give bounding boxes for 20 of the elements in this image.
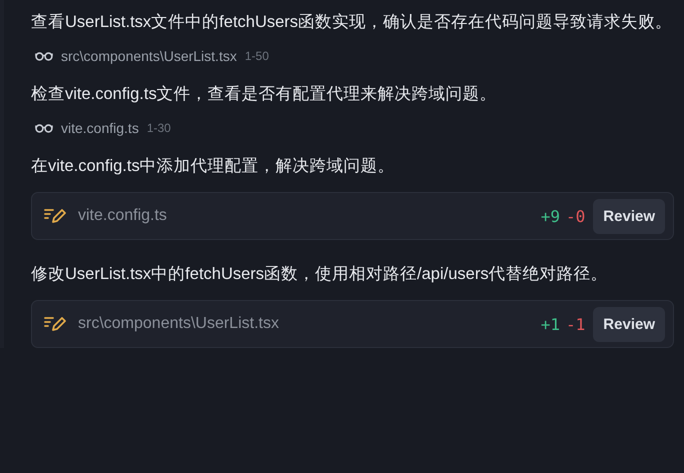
edit-pencil-icon — [44, 208, 66, 224]
review-button[interactable]: Review — [593, 306, 665, 342]
added-lines-count: +1 — [540, 314, 560, 334]
line-range: 1-30 — [146, 121, 171, 135]
file-path[interactable]: src\components\UserList.tsx — [61, 48, 237, 64]
glasses-icon — [35, 51, 53, 61]
file-path[interactable]: vite.config.ts — [78, 207, 541, 225]
file-path[interactable]: vite.config.ts — [61, 120, 139, 136]
edit-pencil-icon — [44, 316, 66, 332]
message-text: 修改UserList.tsx中的fetchUsers函数，使用相对路径/api/users代替绝对路径。 — [31, 264, 609, 285]
added-lines-count: +9 — [540, 206, 560, 226]
message-text: 在vite.config.ts中添加代理配置，解决跨域问题。 — [31, 156, 396, 177]
glasses-icon — [35, 123, 53, 133]
message-text: 检查vite.config.ts文件，查看是否有配置代理来解决跨域问题。 — [31, 84, 498, 105]
removed-lines-count: -1 — [566, 314, 586, 334]
message-text: 查看UserList.tsx文件中的fetchUsers函数实现，确认是否存在代码问题导致请求失败。 — [31, 12, 674, 33]
line-range: 1-50 — [244, 49, 269, 63]
review-button[interactable]: Review — [593, 198, 665, 234]
file-path[interactable]: src\components\UserList.tsx — [78, 315, 541, 333]
removed-lines-count: -0 — [566, 206, 586, 226]
